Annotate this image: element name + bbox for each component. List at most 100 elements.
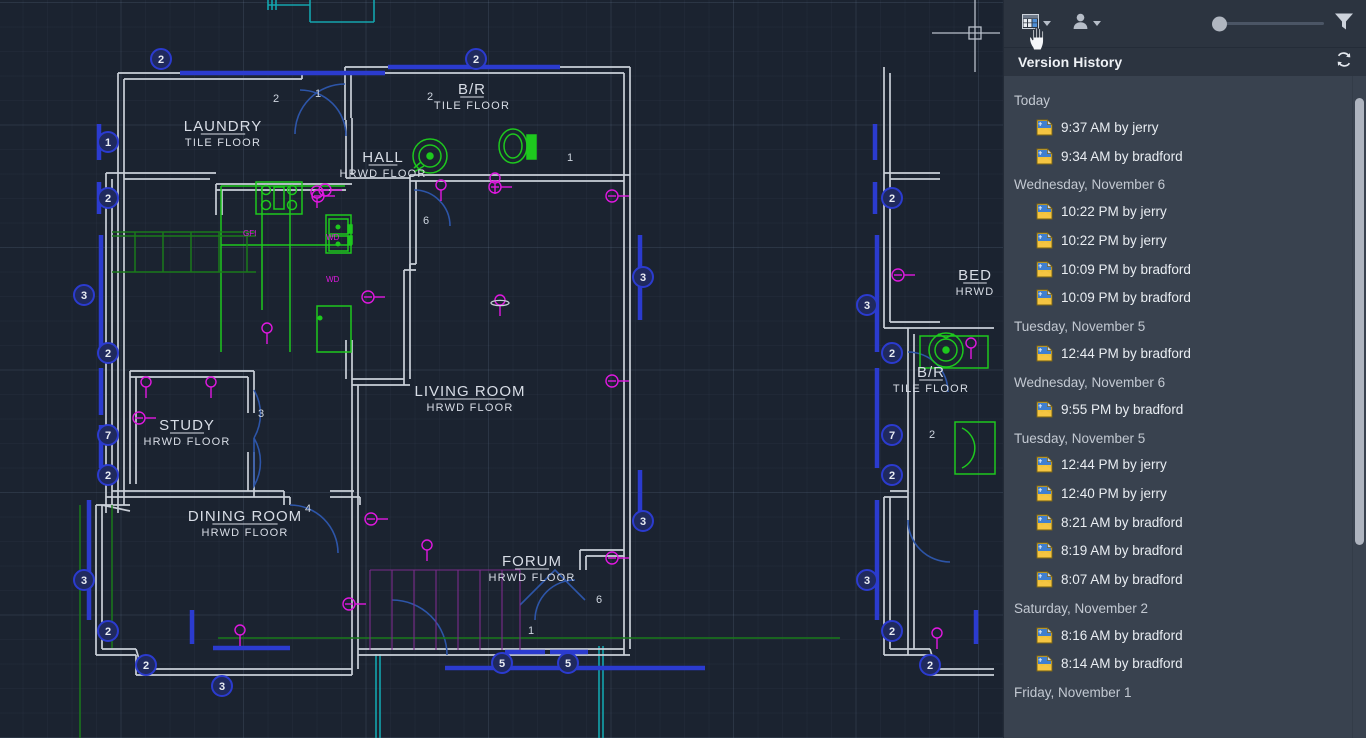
version-list-item[interactable]: 10:22 PM by jerry: [1014, 226, 1352, 255]
version-label: 8:19 AM by bradford: [1061, 543, 1183, 559]
door-number: 4: [305, 503, 311, 515]
room-label: FORUM HRWD FLOOR: [489, 553, 575, 584]
room-label: LAUNDRY TILE FLOOR: [184, 118, 262, 149]
panel-scrollbar[interactable]: [1352, 76, 1365, 738]
version-label: 9:34 AM by bradford: [1061, 148, 1183, 164]
drawing-file-icon: [1036, 118, 1053, 136]
version-list-item[interactable]: 10:09 PM by bradford: [1014, 283, 1352, 312]
room-name: STUDY: [159, 417, 215, 434]
room-name: LAUNDRY: [184, 118, 262, 135]
room-floor-type: HRWD FLOOR: [427, 402, 514, 414]
chevron-down-icon[interactable]: [1043, 21, 1051, 26]
dimension-bubble: 7: [97, 424, 119, 446]
room-label: B/R TILE FLOOR: [434, 81, 510, 112]
drawing-file-icon: [1036, 655, 1053, 672]
dimension-bubble-value: 2: [927, 660, 933, 672]
dimension-bubble: 2: [881, 342, 903, 364]
drawing-file-icon: [1036, 571, 1053, 588]
version-list-item[interactable]: 8:07 AM by bradford: [1014, 565, 1352, 594]
drawing-file-icon: [1036, 485, 1053, 502]
dimension-bubble: 2: [97, 342, 119, 364]
svg-text:GFI: GFI: [243, 229, 256, 238]
version-label: 10:09 PM by bradford: [1061, 261, 1191, 277]
room-floor-type: TILE FLOOR: [434, 100, 510, 112]
refresh-icon: [1336, 52, 1352, 73]
filter-button[interactable]: [1334, 12, 1354, 35]
door-number: 2: [427, 91, 433, 103]
version-list-item[interactable]: 9:34 AM by bradford: [1014, 142, 1352, 171]
version-label: 9:55 PM by bradford: [1061, 401, 1184, 417]
refresh-button[interactable]: [1336, 52, 1352, 73]
thumbnail-size-slider[interactable]: [1212, 16, 1324, 32]
dimension-bubble-value: 2: [158, 54, 164, 66]
dimension-bubble: 2: [150, 48, 172, 70]
room-name: B/R: [917, 364, 945, 381]
door-number: 6: [423, 215, 429, 227]
date-group-header: Saturday, November 2: [1014, 600, 1149, 616]
version-list-item[interactable]: 12:44 PM by jerry: [1014, 451, 1352, 480]
dimension-bubble-value: 7: [889, 430, 895, 442]
application-window: WD WD GFI LAUNDRY TILE FLOOR B/R TILE FL…: [0, 0, 1366, 738]
slider-track: [1220, 22, 1324, 25]
dimension-bubble: 7: [881, 424, 903, 446]
dimension-bubble: 5: [557, 652, 579, 674]
room-label: STUDY HRWD FLOOR: [144, 417, 230, 448]
version-list[interactable]: Today 9:37 AM by jerry 9:34 AM by bradford…: [1004, 76, 1352, 738]
dimension-bubble-value: 3: [81, 575, 87, 587]
version-list-item[interactable]: 9:55 PM by bradford: [1014, 395, 1352, 424]
room-name: B/R: [458, 81, 486, 98]
dimension-bubble-value: 5: [565, 658, 571, 670]
date-group-header: Today: [1014, 93, 1051, 108]
dimension-bubble-value: 3: [219, 681, 225, 693]
drawing-file-icon: [1036, 289, 1053, 306]
dimension-bubble: 2: [465, 48, 487, 70]
room-floor-type: TILE FLOOR: [893, 383, 969, 395]
dimension-bubble: 2: [919, 654, 941, 676]
version-list-item[interactable]: 10:22 PM by jerry: [1014, 197, 1352, 226]
version-label: 8:21 AM by bradford: [1061, 514, 1183, 530]
dimension-bubble-value: 2: [889, 193, 895, 205]
version-list-item[interactable]: 8:16 AM by bradford: [1014, 621, 1352, 650]
room-name: DINING ROOM: [188, 508, 302, 525]
room-label: LIVING ROOM HRWD FLOOR: [414, 383, 525, 414]
dimension-bubble-value: 2: [889, 470, 895, 482]
version-list-item[interactable]: 8:19 AM by bradford: [1014, 537, 1352, 566]
slider-thumb[interactable]: [1212, 16, 1227, 31]
dimension-bubble-value: 2: [105, 626, 111, 638]
door-number: 1: [528, 625, 534, 637]
version-list-item[interactable]: 9:37 AM by jerry: [1014, 113, 1352, 142]
dimension-bubble-value: 2: [143, 660, 149, 672]
door-number: 6: [596, 594, 602, 606]
drawing-file-icon: [1036, 203, 1053, 220]
version-list-item[interactable]: 8:21 AM by bradford: [1014, 508, 1352, 537]
room-label: BED HRWD: [956, 267, 994, 298]
version-list-item[interactable]: 8:14 AM by bradford: [1014, 650, 1352, 679]
dimension-bubble-value: 1: [105, 137, 111, 149]
chevron-down-icon[interactable]: [1093, 21, 1101, 26]
version-list-item[interactable]: 10:09 PM by bradford: [1014, 255, 1352, 284]
date-group-header: Tuesday, November 5: [1014, 430, 1146, 446]
version-label: 12:40 PM by jerry: [1061, 486, 1167, 502]
user-filter-button[interactable]: [1070, 11, 1103, 37]
date-group-header: Wednesday, November 6: [1014, 177, 1166, 193]
version-list-item[interactable]: 12:40 PM by jerry: [1014, 479, 1352, 508]
grid-view-button[interactable]: [1020, 12, 1053, 36]
door-number: 1: [567, 152, 573, 164]
panel-toolbar: [1004, 0, 1366, 47]
dimension-bubble: 2: [97, 620, 119, 642]
door-number: 2: [273, 93, 279, 105]
room-name: LIVING ROOM: [414, 383, 525, 400]
room-name: FORUM: [502, 553, 562, 570]
version-list-item[interactable]: 12:44 PM by bradford: [1014, 339, 1352, 368]
dimension-bubble-value: 2: [105, 193, 111, 205]
dimension-bubble-value: 3: [640, 272, 646, 284]
svg-text:WD: WD: [326, 233, 340, 242]
date-group-header: Wednesday, November 6: [1014, 374, 1166, 390]
door-number: 1: [315, 88, 321, 100]
drawing-file-icon: [1036, 542, 1053, 559]
dimension-bubble-value: 3: [864, 575, 870, 587]
room-name: BED: [958, 267, 992, 284]
version-label: 10:22 PM by jerry: [1061, 204, 1167, 220]
scrollbar-thumb[interactable]: [1355, 98, 1364, 545]
dimension-bubble: 1: [97, 131, 119, 153]
